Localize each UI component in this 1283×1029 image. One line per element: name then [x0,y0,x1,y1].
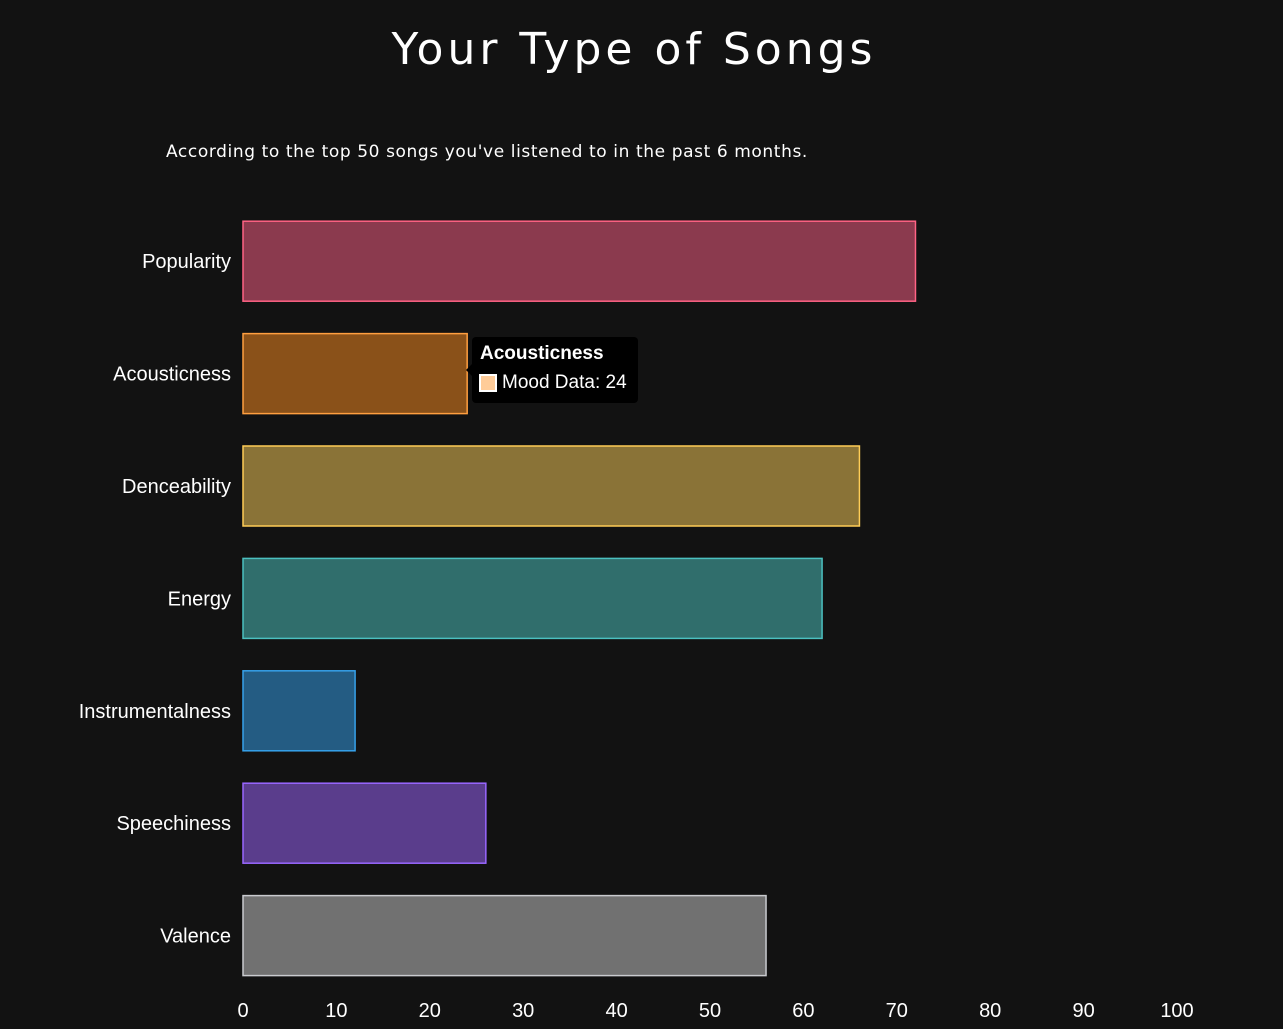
tooltip-caret [466,364,472,376]
x-tick-label: 80 [979,1000,1001,1022]
x-tick-label: 90 [1072,1000,1094,1022]
category-label: Acousticness [113,364,231,386]
x-tick-label: 20 [419,1000,441,1022]
x-tick-label: 40 [605,1000,627,1022]
x-tick-label: 30 [512,1000,534,1022]
x-tick-label: 0 [237,1000,248,1022]
chart-tooltip: Acousticness Mood Data: 24 [466,337,638,403]
x-tick-label: 50 [699,1000,721,1022]
category-label: Denceability [122,476,231,498]
bar-denceability[interactable] [242,445,861,527]
x-tick-label: 70 [886,1000,908,1022]
tooltip-label: Mood Data: 24 [502,372,627,393]
category-label: Valence [160,926,231,948]
category-label: Popularity [142,251,231,273]
bar-energy[interactable] [242,557,823,640]
tooltip-title: Acousticness [480,343,604,364]
bar-instrumentalness[interactable] [242,670,356,752]
bar-acousticness[interactable] [242,332,468,415]
bar-popularity[interactable] [242,220,917,302]
category-labels: Popularity Acousticness Denceability Energy… [79,251,231,947]
bar-chart: Popularity Acousticness Denceability Energy… [79,220,1194,1022]
tooltip-swatch [479,374,497,392]
category-label: Instrumentalness [79,701,231,723]
category-label: Speechiness [116,813,231,835]
category-label: Energy [168,588,231,610]
x-tick-label: 10 [325,1000,347,1022]
page: Your Type of Songs According to the top … [0,0,1283,1029]
x-tick-label: 100 [1160,1000,1193,1022]
bar-speechiness[interactable] [242,782,487,864]
x-tick-label: 60 [792,1000,814,1022]
bars-layer [242,220,917,977]
x-axis-ticks: 0 10 20 30 40 50 60 70 80 90 100 [237,1000,1193,1022]
bar-valence[interactable] [242,894,767,977]
